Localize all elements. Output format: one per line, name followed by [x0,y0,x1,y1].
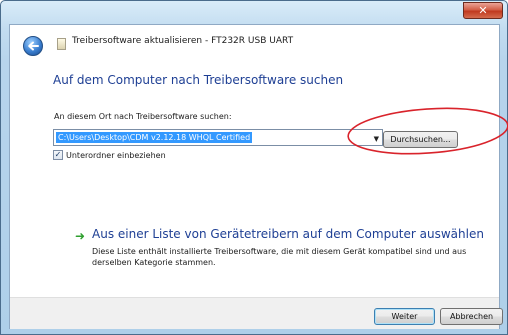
green-arrow-icon[interactable]: ➜ [75,230,85,242]
next-button[interactable]: Weiter [374,308,435,325]
path-combobox[interactable]: C:\Users\Desktop\CDM v2.12.18 WHQL Certi… [53,129,383,146]
pick-from-list-description: Diese Liste enthält installierte Treiber… [92,247,467,267]
include-subfolders-label[interactable]: Unterordner einbeziehen [66,151,166,160]
include-subfolders-checkbox[interactable]: ✓ [53,150,63,160]
title-bar[interactable]: ✕ [1,1,507,21]
include-subfolders-row[interactable]: ✓ Unterordner einbeziehen [53,150,166,160]
browse-button[interactable]: Durchsuchen... [383,131,458,148]
cancel-button[interactable]: Abbrechen [440,308,503,325]
close-button[interactable]: ✕ [463,2,503,19]
button-bar: Weiter Abbrechen [10,297,503,329]
driver-wizard-icon [57,38,66,50]
pick-from-list-link[interactable]: Aus einer Liste von Gerätetreibern auf d… [92,227,484,241]
back-button[interactable] [23,36,43,56]
chevron-down-icon[interactable]: ▼ [374,136,379,143]
wizard-title: Treibersoftware aktualisieren - FT232R U… [72,36,294,46]
dialog-window: ✕ Treibersoftware aktualisieren - FT232R… [0,0,508,335]
location-label: An diesem Ort nach Treibersoftware suche… [54,112,232,121]
back-arrow-icon [28,41,39,51]
close-icon: ✕ [478,4,488,17]
wizard-content: Treibersoftware aktualisieren - FT232R U… [9,24,500,329]
page-heading: Auf dem Computer nach Treibersoftware su… [53,73,344,87]
path-input-value[interactable]: C:\Users\Desktop\CDM v2.12.18 WHQL Certi… [56,132,253,143]
